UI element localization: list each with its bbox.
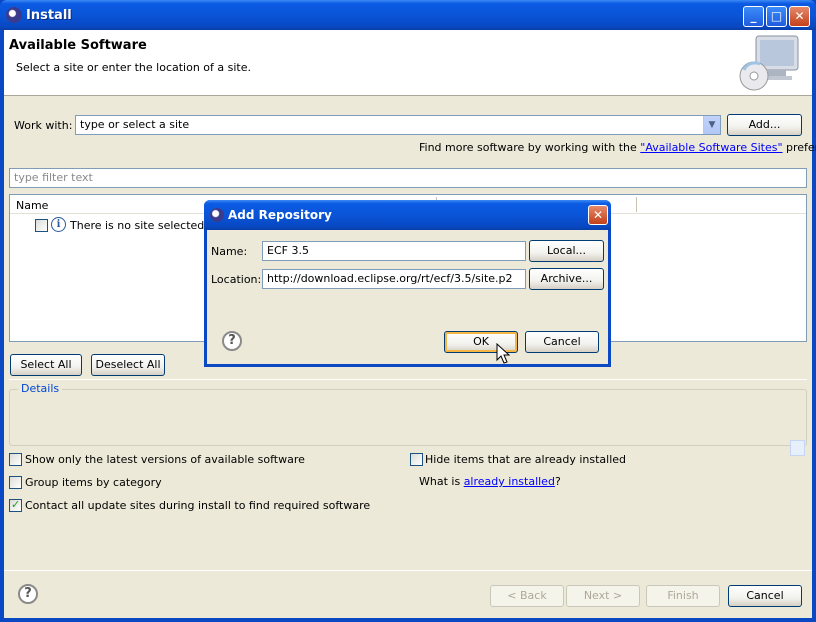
- details-label: Details: [18, 382, 63, 395]
- contact-sites-label: Contact all update sites during install …: [25, 499, 371, 512]
- what-is-suffix: ?: [554, 475, 561, 488]
- dialog-title: Add Repository: [228, 208, 332, 222]
- dialog-close-button[interactable]: ✕: [588, 205, 608, 225]
- window-title: Install: [26, 8, 72, 23]
- title-bar[interactable]: Install _ □ ✕: [0, 0, 816, 30]
- filter-input[interactable]: type filter text: [9, 168, 807, 188]
- already-installed-link[interactable]: already installed: [464, 475, 555, 488]
- work-with-combo[interactable]: type or select a site ▼: [75, 115, 721, 135]
- name-column-header[interactable]: Name: [16, 199, 48, 212]
- help-icon[interactable]: ?: [18, 584, 38, 604]
- group-by-category-label: Group items by category: [25, 476, 162, 489]
- info-icon: i: [51, 217, 66, 232]
- minimize-button[interactable]: _: [743, 6, 764, 27]
- chevron-down-icon[interactable]: ▼: [703, 116, 720, 134]
- latest-versions-checkbox[interactable]: [9, 453, 22, 466]
- eclipse-icon: [210, 208, 224, 222]
- install-banner-icon: [739, 35, 799, 91]
- page-description: Select a site or enter the location of a…: [16, 61, 252, 74]
- close-button[interactable]: ✕: [789, 6, 810, 27]
- group-by-category-checkbox[interactable]: [9, 476, 22, 489]
- name-field[interactable]: ECF 3.5: [262, 241, 526, 261]
- find-more-suffix: preferences.: [786, 141, 816, 154]
- available-software-sites-link[interactable]: "Available Software Sites": [640, 141, 782, 154]
- hide-installed-label: Hide items that are already installed: [425, 453, 627, 466]
- no-site-checkbox[interactable]: [35, 219, 48, 232]
- help-icon[interactable]: ?: [222, 331, 242, 351]
- column-divider[interactable]: [636, 197, 637, 212]
- add-repository-dialog: Add Repository ✕ Name: ECF 3.5 Local... …: [204, 200, 611, 367]
- work-with-label: Work with:: [14, 119, 73, 132]
- find-more-prefix: Find more software by working with the: [419, 141, 641, 154]
- archive-button[interactable]: Archive...: [529, 268, 604, 290]
- details-group: Details: [9, 382, 807, 446]
- mouse-pointer-icon: [496, 343, 510, 364]
- wizard-header: Available Software Select a site or ente…: [4, 30, 812, 96]
- location-label: Location:: [211, 273, 262, 286]
- dialog-content: Name: ECF 3.5 Local... Location: http://…: [207, 230, 608, 364]
- deselect-all-button[interactable]: Deselect All: [91, 354, 165, 376]
- maximize-button[interactable]: □: [766, 6, 787, 27]
- location-field[interactable]: http://download.eclipse.org/rt/ecf/3.5/s…: [262, 269, 526, 289]
- next-button[interactable]: Next >: [566, 585, 640, 607]
- what-is-prefix: What is: [419, 475, 464, 488]
- latest-versions-label: Show only the latest versions of availab…: [25, 453, 305, 466]
- contact-sites-checkbox[interactable]: [9, 498, 22, 512]
- dialog-cancel-button[interactable]: Cancel: [525, 331, 599, 353]
- what-is-installed-text: What is already installed?: [419, 475, 561, 488]
- find-more-text: Find more software by working with the "…: [419, 141, 816, 154]
- work-with-value: type or select a site: [80, 118, 190, 131]
- page-title: Available Software: [9, 38, 147, 53]
- back-button[interactable]: < Back: [490, 585, 564, 607]
- details-scroll-control[interactable]: [790, 440, 805, 456]
- name-label: Name:: [211, 245, 248, 258]
- dialog-title-bar[interactable]: Add Repository ✕: [204, 200, 611, 230]
- local-button[interactable]: Local...: [529, 240, 604, 262]
- no-site-message: There is no site selected.: [70, 219, 208, 232]
- hide-installed-checkbox[interactable]: [410, 453, 423, 466]
- finish-button[interactable]: Finish: [646, 585, 720, 607]
- footer-separator: [4, 570, 812, 571]
- separator: [9, 379, 807, 380]
- cancel-button[interactable]: Cancel: [728, 585, 802, 607]
- eclipse-icon: [6, 7, 22, 23]
- select-all-button[interactable]: Select All: [10, 354, 82, 376]
- add-site-button[interactable]: Add...: [727, 114, 802, 136]
